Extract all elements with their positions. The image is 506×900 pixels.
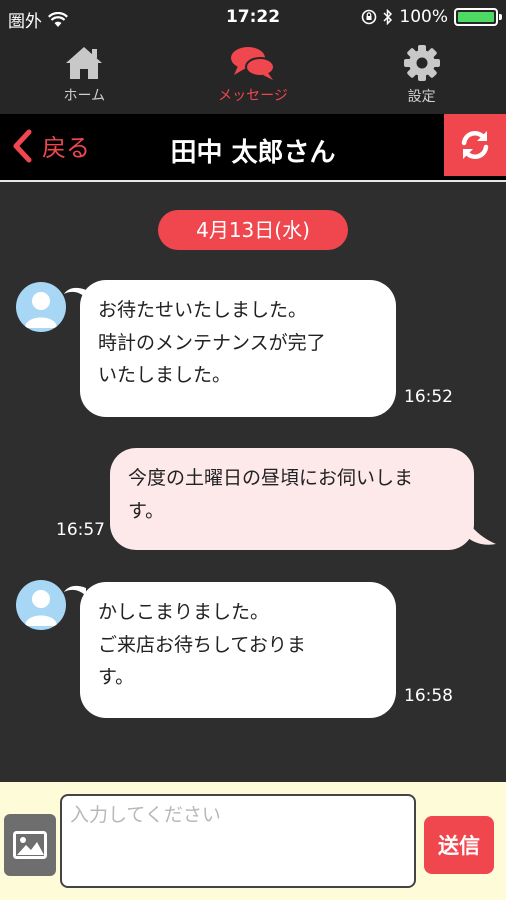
person-icon bbox=[25, 590, 57, 626]
avatar bbox=[16, 282, 66, 332]
message-line: いたしました。 bbox=[98, 364, 232, 387]
composer-bar: 送信 bbox=[0, 782, 506, 900]
message-list[interactable]: 4月13日(水) お待たせいたしました。 時計のメンテナンスが完了 いたしました… bbox=[0, 184, 506, 782]
message-line: お待たせいたしました。 bbox=[98, 299, 308, 321]
orientation-lock-icon bbox=[362, 9, 377, 25]
battery-icon bbox=[454, 8, 502, 26]
page-title: 田中 太郎さん bbox=[170, 138, 336, 168]
message-bubble-incoming: かしこまりました。 ご来店お待ちしておりま す。 bbox=[80, 582, 396, 718]
gear-icon bbox=[403, 45, 440, 81]
message-line: す。 bbox=[128, 499, 165, 522]
message-line: ご来店お待ちしておりま bbox=[98, 633, 306, 656]
message-bubble-outgoing: 今度の土曜日の昼頃にお伺いしま す。 bbox=[110, 448, 474, 550]
status-bar: 圏外 17:22 100% bbox=[0, 0, 506, 36]
tab-settings-label: 設定 bbox=[407, 89, 436, 105]
tab-home-label: ホーム bbox=[63, 88, 106, 104]
avatar bbox=[16, 580, 66, 630]
message-line: かしこまりました。 bbox=[98, 601, 270, 623]
message-line: す。 bbox=[98, 666, 135, 689]
tab-home[interactable]: ホーム bbox=[0, 36, 169, 114]
send-button[interactable]: 送信 bbox=[424, 816, 494, 874]
refresh-button[interactable] bbox=[444, 114, 506, 176]
date-separator: 4月13日(水) bbox=[158, 210, 348, 250]
chat-bubbles-icon bbox=[231, 47, 275, 80]
message-line: 今度の土曜日の昼頃にお伺いしま bbox=[128, 467, 414, 489]
message-input[interactable] bbox=[60, 794, 416, 888]
tab-messages-label: メッセージ bbox=[218, 88, 288, 104]
tab-messages[interactable]: メッセージ bbox=[169, 36, 338, 114]
message-time: 16:52 bbox=[404, 387, 453, 407]
bluetooth-icon bbox=[383, 9, 393, 25]
message-time: 16:57 bbox=[56, 520, 105, 540]
refresh-icon bbox=[461, 130, 489, 160]
message-time: 16:58 bbox=[404, 686, 453, 706]
message-bubble-incoming: お待たせいたしました。 時計のメンテナンスが完了 いたしました。 bbox=[80, 280, 396, 417]
attach-image-button[interactable] bbox=[4, 814, 56, 876]
tab-settings[interactable]: 設定 bbox=[337, 36, 506, 114]
chat-header: 戻る 田中 太郎さん bbox=[0, 114, 506, 182]
image-icon bbox=[13, 831, 47, 859]
home-icon bbox=[66, 47, 103, 79]
tab-bar: ホーム メッセージ 設定 bbox=[0, 36, 506, 114]
person-icon bbox=[25, 292, 57, 328]
bubble-tail bbox=[466, 520, 496, 545]
message-line: 時計のメンテナンスが完了 bbox=[98, 331, 326, 354]
battery-percent: 100% bbox=[399, 7, 448, 27]
